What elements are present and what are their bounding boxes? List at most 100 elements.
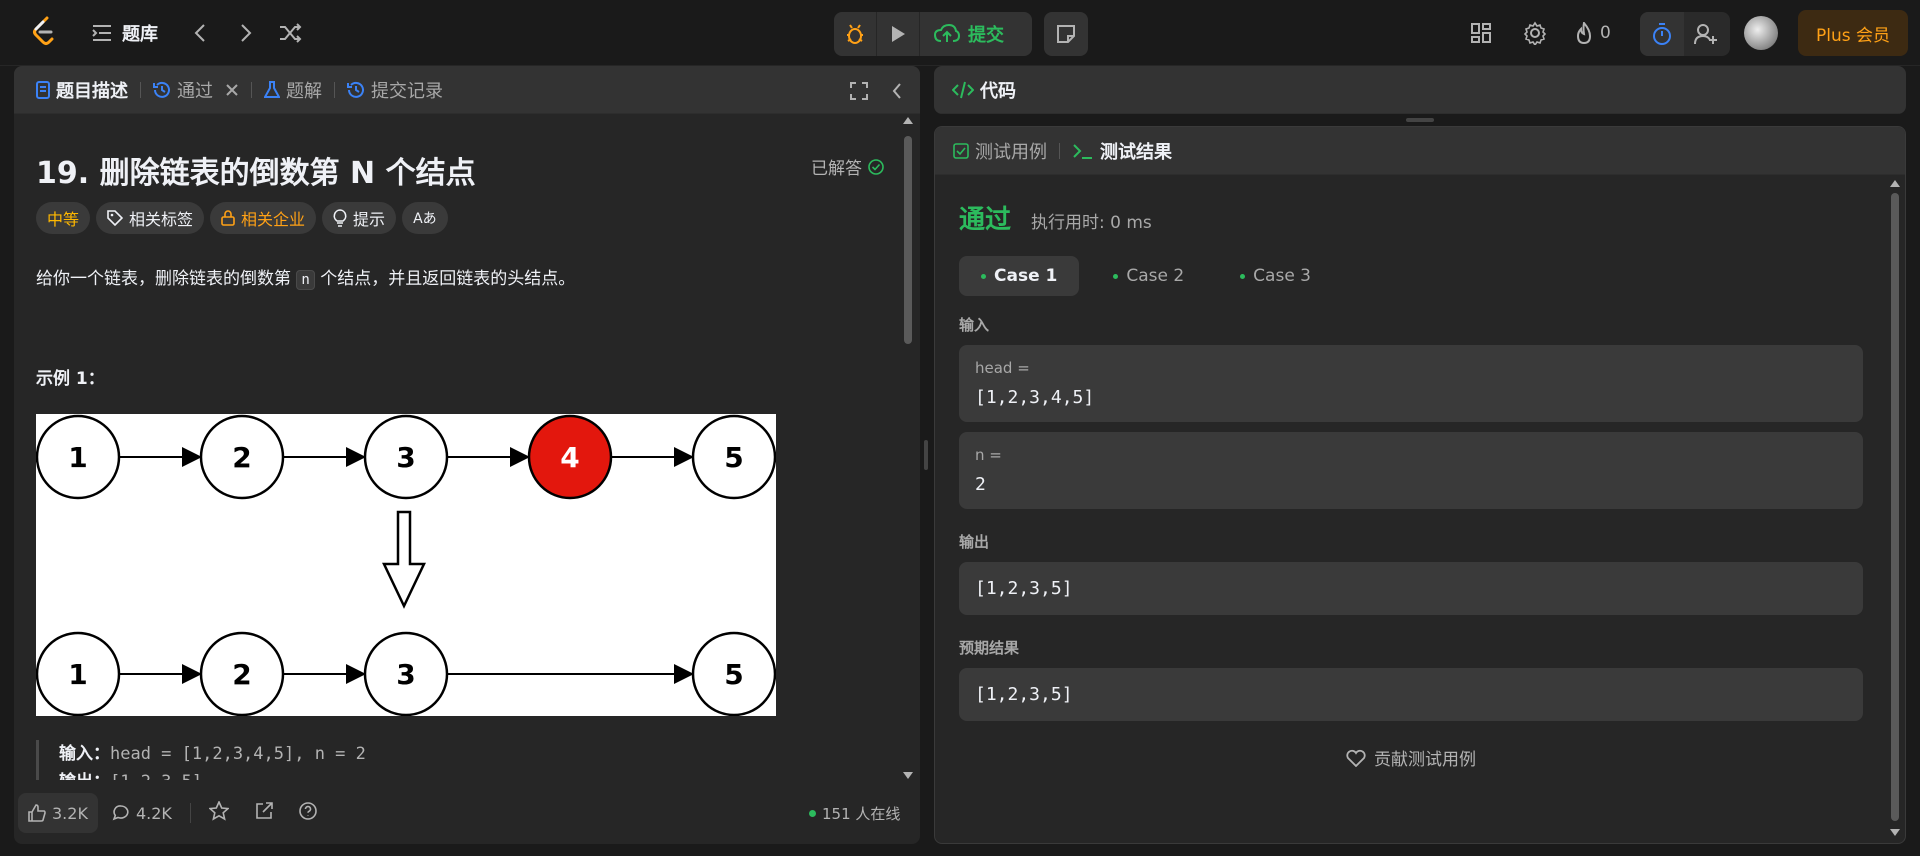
next-problem-button[interactable]: [234, 20, 258, 46]
collapse-panel-button[interactable]: [892, 82, 902, 104]
tab-submissions-label: 提交记录: [371, 80, 443, 102]
help-circle-icon: [299, 802, 317, 820]
vertical-splitter[interactable]: [920, 66, 934, 844]
code-panel: 代码: [934, 66, 1906, 114]
star-icon: [207, 800, 230, 821]
run-button[interactable]: [877, 12, 919, 56]
leetcode-logo-icon[interactable]: [26, 14, 62, 50]
tab-solutions[interactable]: 题解: [258, 66, 328, 114]
results-scrollbar[interactable]: [1889, 179, 1901, 839]
example-input-value: head = [1,2,3,4,5], n = 2: [110, 744, 366, 764]
description-tabs: 题目描述 通过 题解 提交记录: [14, 66, 920, 114]
list-node-label: 2: [232, 441, 251, 474]
description-content: 19. 删除链表的倒数第 N 个结点 已解答 中等 相关标签 相关企业 提示 A…: [36, 114, 896, 780]
comments-button[interactable]: 4.2K: [112, 804, 172, 823]
output-block: [1,2,3,5]: [959, 562, 1863, 615]
settings-button[interactable]: [1522, 20, 1548, 46]
case-tab-2[interactable]: Case 2: [1091, 256, 1206, 296]
terminal-icon: [1073, 143, 1092, 159]
description-text-after: 个结点，并且返回链表的头结点。: [314, 269, 576, 289]
timer-button[interactable]: [1640, 12, 1684, 56]
check-circle-icon: [868, 158, 884, 175]
example-title: 示例 1：: [36, 369, 105, 389]
submit-label: 提交: [968, 25, 1004, 46]
tab-code-label: 代码: [980, 80, 1016, 102]
tag-row: 中等 相关标签 相关企业 提示 Aあ: [36, 202, 454, 234]
plus-member-button[interactable]: Plus 会员: [1798, 10, 1908, 56]
random-problem-button[interactable]: [276, 20, 304, 46]
input-section-title: 输入: [959, 316, 990, 334]
scrollbar-thumb[interactable]: [1891, 193, 1899, 821]
tag-icon: [107, 210, 124, 226]
example-input-label: 输入：: [59, 744, 110, 764]
checkbox-icon: [953, 142, 969, 159]
hint-label: 提示: [353, 210, 386, 229]
favorite-button[interactable]: [207, 800, 230, 825]
description-footer: 3.2K 4.2K 151 人在线: [14, 782, 920, 844]
runtime-text: 执行用时: 0 ms: [1031, 213, 1152, 233]
tab-testcases-label: 测试用例: [975, 141, 1047, 163]
close-icon[interactable]: [225, 83, 239, 97]
tab-solutions-label: 题解: [286, 80, 322, 102]
expected-block: [1,2,3,5]: [959, 668, 1863, 721]
case-tab-3[interactable]: Case 3: [1218, 256, 1333, 296]
tab-accepted[interactable]: 通过: [147, 66, 245, 114]
online-indicator: 151 人在线: [809, 803, 900, 824]
example-output-value: [1,2,3,5]: [110, 772, 202, 780]
output-section-title: 输出: [959, 533, 990, 551]
removed-node-label: 4: [560, 441, 579, 474]
share-button[interactable]: [255, 802, 273, 824]
list-node-label: 3: [396, 441, 415, 474]
submit-button[interactable]: 提交: [920, 12, 1018, 56]
contribute-testcase-button[interactable]: 贡献测试用例: [959, 745, 1863, 770]
case-tab-1[interactable]: Case 1: [959, 256, 1080, 296]
tab-code[interactable]: 代码: [946, 66, 1022, 114]
problem-bank-label: 题库: [122, 24, 158, 45]
horizontal-splitter[interactable]: [1406, 118, 1434, 122]
problem-description: 给你一个链表，删除链表的倒数第 n 个结点，并且返回链表的头结点。: [36, 264, 576, 290]
notes-button[interactable]: [1044, 12, 1088, 56]
related-tags-label: 相关标签: [129, 210, 194, 229]
avatar[interactable]: [1744, 16, 1778, 50]
run-submit-group: 提交: [834, 12, 1032, 56]
layout-grid-icon: [1471, 23, 1491, 43]
related-companies-button[interactable]: 相关企业: [210, 202, 317, 234]
down-arrow-icon: [382, 510, 426, 609]
lightbulb-icon: [333, 209, 347, 227]
tab-description[interactable]: 题目描述: [30, 66, 134, 114]
help-button[interactable]: [299, 802, 317, 824]
example-block: 输入：head = [1,2,3,4,5], n = 2 输出：[1,2,3,5…: [36, 740, 366, 780]
list-node-label: 1: [68, 441, 87, 474]
tab-test-results[interactable]: 测试结果: [1066, 127, 1178, 175]
hint-button[interactable]: 提示: [322, 202, 397, 234]
user-plus-icon: [1694, 24, 1717, 45]
translate-button[interactable]: Aあ: [402, 202, 448, 234]
description-scrollbar[interactable]: [902, 114, 914, 782]
tab-testcases[interactable]: 测试用例: [947, 127, 1053, 175]
layout-button[interactable]: [1468, 20, 1494, 46]
gear-icon: [1523, 21, 1547, 45]
related-tags-button[interactable]: 相关标签: [96, 202, 205, 234]
tab-accepted-label: 通过: [177, 80, 213, 102]
scrollbar-thumb[interactable]: [904, 136, 912, 344]
streak-counter[interactable]: 0: [1574, 20, 1611, 46]
shuffle-icon: [280, 23, 302, 43]
tab-submissions[interactable]: 提交记录: [341, 66, 449, 114]
description-text-before: 给你一个链表，删除链表的倒数第: [36, 269, 297, 289]
fullscreen-button[interactable]: [850, 82, 868, 104]
problem-title[interactable]: 19. 删除链表的倒数第 N 个结点: [36, 148, 476, 192]
prev-problem-button[interactable]: [188, 20, 212, 46]
like-button[interactable]: 3.2K: [18, 793, 98, 833]
output-value: [1,2,3,5]: [975, 578, 1073, 599]
like-count: 3.2K: [52, 803, 88, 823]
stopwatch-icon: [1653, 23, 1671, 45]
case-tab-3-label: Case 3: [1253, 266, 1311, 286]
solved-status: 已解答: [811, 154, 884, 179]
plus-member-label: Plus 会员: [1815, 25, 1890, 46]
problem-bank-button[interactable]: 题库: [92, 20, 158, 46]
debug-button[interactable]: [834, 12, 876, 56]
input-head-value: [1,2,3,4,5]: [975, 387, 1095, 408]
comment-icon: [112, 805, 129, 821]
flask-icon: [264, 80, 280, 98]
add-collaborator-button[interactable]: [1684, 12, 1728, 56]
